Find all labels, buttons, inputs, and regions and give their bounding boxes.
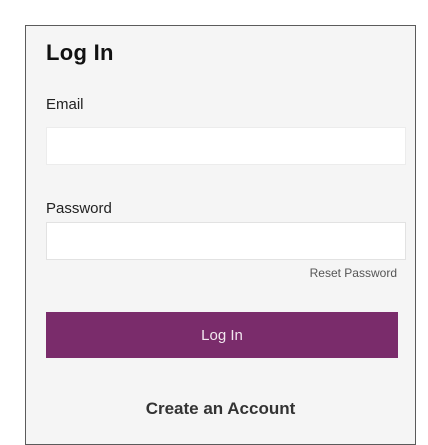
- email-field[interactable]: [46, 127, 406, 165]
- email-label: Email: [46, 96, 84, 113]
- log-in-button[interactable]: Log In: [46, 312, 398, 358]
- create-account-link[interactable]: Create an Account: [26, 399, 415, 419]
- password-label: Password: [46, 200, 112, 217]
- password-field[interactable]: [46, 222, 406, 260]
- reset-password-link[interactable]: Reset Password: [310, 266, 397, 280]
- login-panel: Log In Email Password Reset Password Log…: [25, 25, 416, 445]
- page-background: Log In Email Password Reset Password Log…: [0, 0, 428, 445]
- page-title: Log In: [46, 40, 114, 65]
